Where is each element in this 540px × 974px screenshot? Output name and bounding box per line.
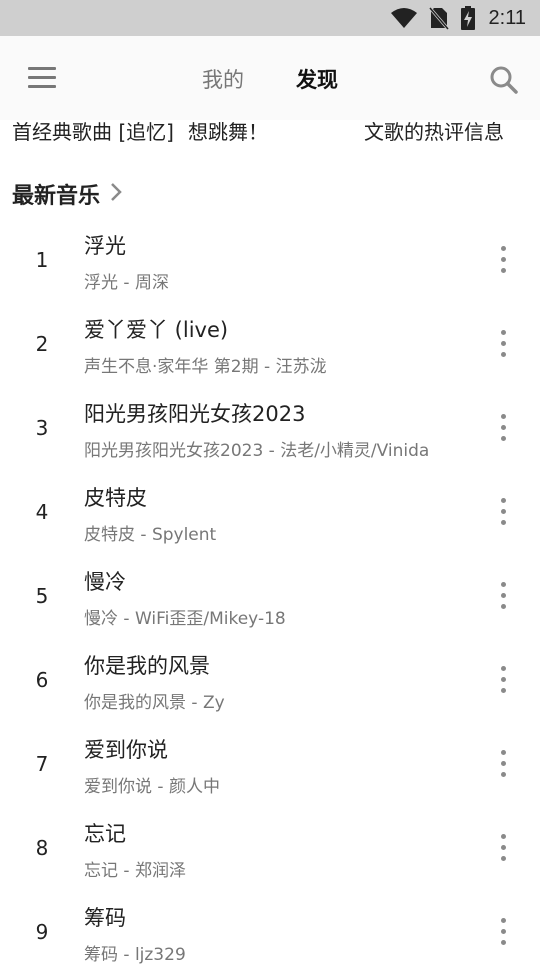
more-options-icon[interactable] bbox=[492, 498, 516, 526]
more-options-icon[interactable] bbox=[492, 414, 516, 442]
song-title: 你是我的风景 bbox=[84, 654, 210, 678]
banner-item[interactable]: 想跳舞！ bbox=[188, 116, 318, 145]
song-subtitle: 慢冷 - WiFi歪歪/Mikey-18 bbox=[84, 609, 286, 629]
song-index: 1 bbox=[35, 248, 49, 272]
banner-item[interactable]: 首经典歌曲 [追忆] bbox=[12, 116, 178, 145]
tab-discover[interactable]: 发现 bbox=[296, 64, 338, 94]
song-title: 爱到你说 bbox=[84, 738, 168, 762]
song-title: 筹码 bbox=[84, 906, 126, 930]
song-index: 3 bbox=[35, 416, 49, 440]
song-subtitle: 皮特皮 - Spylent bbox=[84, 525, 217, 545]
playlist-banner-strip: 首经典歌曲 [追忆] 想跳舞！ 文歌的热评信息 bbox=[0, 116, 540, 146]
song-index: 4 bbox=[35, 500, 49, 524]
song-index: 2 bbox=[35, 332, 49, 356]
song-subtitle: 声生不息·家年华 第2期 - 汪苏泷 bbox=[84, 357, 327, 377]
more-options-icon[interactable] bbox=[492, 666, 516, 694]
song-row[interactable]: 3 阳光男孩阳光女孩2023 阳光男孩阳光女孩2023 - 法老/小精灵/Vinid… bbox=[0, 386, 540, 470]
more-options-icon[interactable] bbox=[492, 918, 516, 946]
song-subtitle: 忘记 - 郑润泽 bbox=[84, 861, 186, 881]
song-row[interactable]: 1 浮光浮光 - 周深 bbox=[0, 218, 540, 302]
song-row[interactable]: 6 你是我的风景你是我的风景 - Zy bbox=[0, 638, 540, 722]
more-options-icon[interactable] bbox=[492, 582, 516, 610]
song-row[interactable]: 5 慢冷慢冷 - WiFi歪歪/Mikey-18 bbox=[0, 554, 540, 638]
song-title: 皮特皮 bbox=[84, 486, 147, 510]
more-options-icon[interactable] bbox=[492, 834, 516, 862]
song-subtitle: 浮光 - 周深 bbox=[84, 273, 169, 293]
song-index: 6 bbox=[35, 668, 49, 692]
status-time: 2:11 bbox=[488, 6, 526, 29]
hamburger-menu-icon[interactable] bbox=[28, 67, 56, 89]
song-title: 爱丫爱丫 (live) bbox=[84, 318, 229, 342]
chevron-right-icon bbox=[110, 182, 122, 206]
song-subtitle: 爱到你说 - 颜人中 bbox=[84, 777, 220, 797]
section-title: 最新音乐 bbox=[12, 184, 101, 209]
song-title: 浮光 bbox=[84, 234, 126, 258]
more-options-icon[interactable] bbox=[492, 750, 516, 778]
song-list: 1 浮光浮光 - 周深 2 爱丫爱丫 (live) 声生不息·家年华 第2期 - 汪苏泷… bbox=[0, 218, 540, 974]
song-row[interactable]: 2 爱丫爱丫 (live) 声生不息·家年华 第2期 - 汪苏泷 bbox=[0, 302, 540, 386]
song-row[interactable]: 9 筹码筹码 - ljz329 bbox=[0, 890, 540, 974]
song-title: 慢冷 bbox=[84, 570, 126, 594]
no-sim-icon bbox=[428, 6, 449, 30]
more-options-icon[interactable] bbox=[492, 330, 516, 358]
more-options-icon[interactable] bbox=[492, 246, 516, 274]
song-row[interactable]: 8 忘记忘记 - 郑润泽 bbox=[0, 806, 540, 890]
song-subtitle: 阳光男孩阳光女孩2023 - 法老/小精灵/Vinida bbox=[84, 441, 430, 461]
song-index: 8 bbox=[35, 836, 49, 860]
wifi-icon bbox=[390, 7, 417, 29]
banner-item[interactable]: 文歌的热评信息 bbox=[364, 116, 516, 145]
song-subtitle: 筹码 - ljz329 bbox=[84, 945, 186, 965]
battery-charging-icon bbox=[460, 6, 475, 30]
song-index: 9 bbox=[35, 920, 49, 944]
song-title: 忘记 bbox=[84, 822, 126, 846]
search-icon[interactable] bbox=[489, 65, 519, 95]
song-index: 7 bbox=[35, 752, 49, 776]
song-row[interactable]: 7 爱到你说爱到你说 - 颜人中 bbox=[0, 722, 540, 806]
app-bar: 我的 发现 bbox=[0, 36, 540, 120]
song-row[interactable]: 4 皮特皮皮特皮 - Spylent bbox=[0, 470, 540, 554]
section-header-new-music[interactable]: 最新音乐 bbox=[12, 178, 122, 210]
song-index: 5 bbox=[35, 584, 49, 608]
song-title: 阳光男孩阳光女孩2023 bbox=[84, 402, 306, 426]
song-subtitle: 你是我的风景 - Zy bbox=[84, 693, 225, 713]
tab-mine[interactable]: 我的 bbox=[202, 64, 244, 94]
status-bar: 2:11 bbox=[0, 0, 540, 36]
